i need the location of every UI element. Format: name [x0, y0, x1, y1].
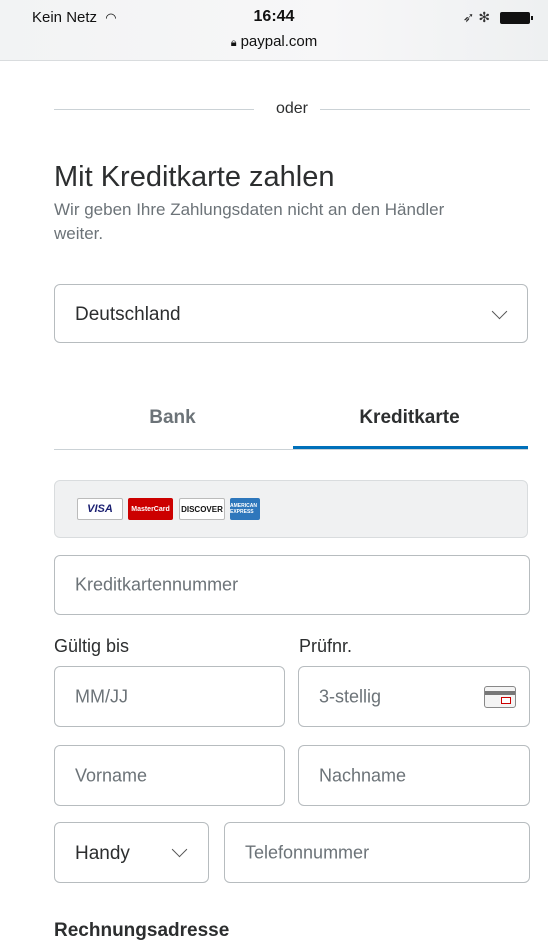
lock-icon: 🔒︎	[230, 37, 237, 49]
expiry-field[interactable]: MM/JJ	[54, 666, 285, 727]
status-bar: Kein Netz ◠ 16:44 ➶ ✻ 🔒︎ paypal.com	[0, 0, 548, 61]
country-value: Deutschland	[75, 304, 181, 325]
first-name-placeholder: Vorname	[75, 765, 148, 785]
payment-method-tabs: Bank Kreditkarte	[54, 393, 528, 450]
phone-number-field[interactable]: Telefonnummer	[224, 822, 530, 883]
battery-icon	[500, 12, 533, 25]
phone-type-value: Handy	[75, 843, 130, 864]
mastercard-logo-icon: MasterCard	[128, 498, 173, 520]
first-name-field[interactable]: Vorname	[54, 745, 285, 806]
card-number-field[interactable]: Kreditkartennummer	[54, 555, 530, 615]
bluetooth-icon: ✻	[478, 9, 491, 25]
phone-placeholder: Telefonnummer	[245, 842, 370, 862]
phone-type-select[interactable]: Handy	[54, 822, 209, 883]
expiry-label: Gültig bis	[54, 636, 130, 656]
location-icon: ➶	[462, 9, 475, 25]
last-name-field[interactable]: Nachname	[298, 745, 530, 806]
visa-logo-icon: VISA	[77, 498, 123, 520]
cvv-field[interactable]: 3-stellig	[298, 666, 530, 727]
privacy-note: Wir geben Ihre Zahlungsdaten nicht an de…	[54, 200, 445, 243]
discover-logo-icon: DISCOVER	[179, 498, 225, 520]
billing-address-heading: Rechnungsadresse	[54, 920, 230, 941]
url-text: paypal.com	[240, 33, 318, 50]
last-name-placeholder: Nachname	[319, 765, 407, 785]
tab-credit-card[interactable]: Kreditkarte	[291, 407, 528, 429]
address-bar[interactable]: 🔒︎ paypal.com	[0, 33, 548, 50]
cvv-placeholder: 3-stellig	[319, 686, 382, 706]
page-title: Mit Kreditkarte zahlen	[54, 161, 335, 194]
expiry-placeholder: MM/JJ	[75, 686, 128, 706]
amex-logo-icon: AMERICAN EXPRESS	[230, 498, 260, 520]
card-number-placeholder: Kreditkartennummer	[75, 574, 239, 595]
chevron-down-icon	[171, 841, 188, 858]
or-divider: oder	[54, 100, 530, 118]
card-back-icon	[484, 686, 516, 708]
active-tab-indicator	[293, 446, 528, 449]
tab-bank[interactable]: Bank	[54, 407, 291, 429]
chevron-down-icon	[491, 303, 508, 320]
cvv-label: Prüfnr.	[299, 636, 353, 656]
status-icons: ➶ ✻	[462, 9, 533, 26]
country-select[interactable]: Deutschland	[54, 284, 528, 343]
divider-line-right	[320, 109, 530, 110]
accepted-cards-panel: VISA MasterCard DISCOVER AMERICAN EXPRES…	[54, 480, 528, 538]
